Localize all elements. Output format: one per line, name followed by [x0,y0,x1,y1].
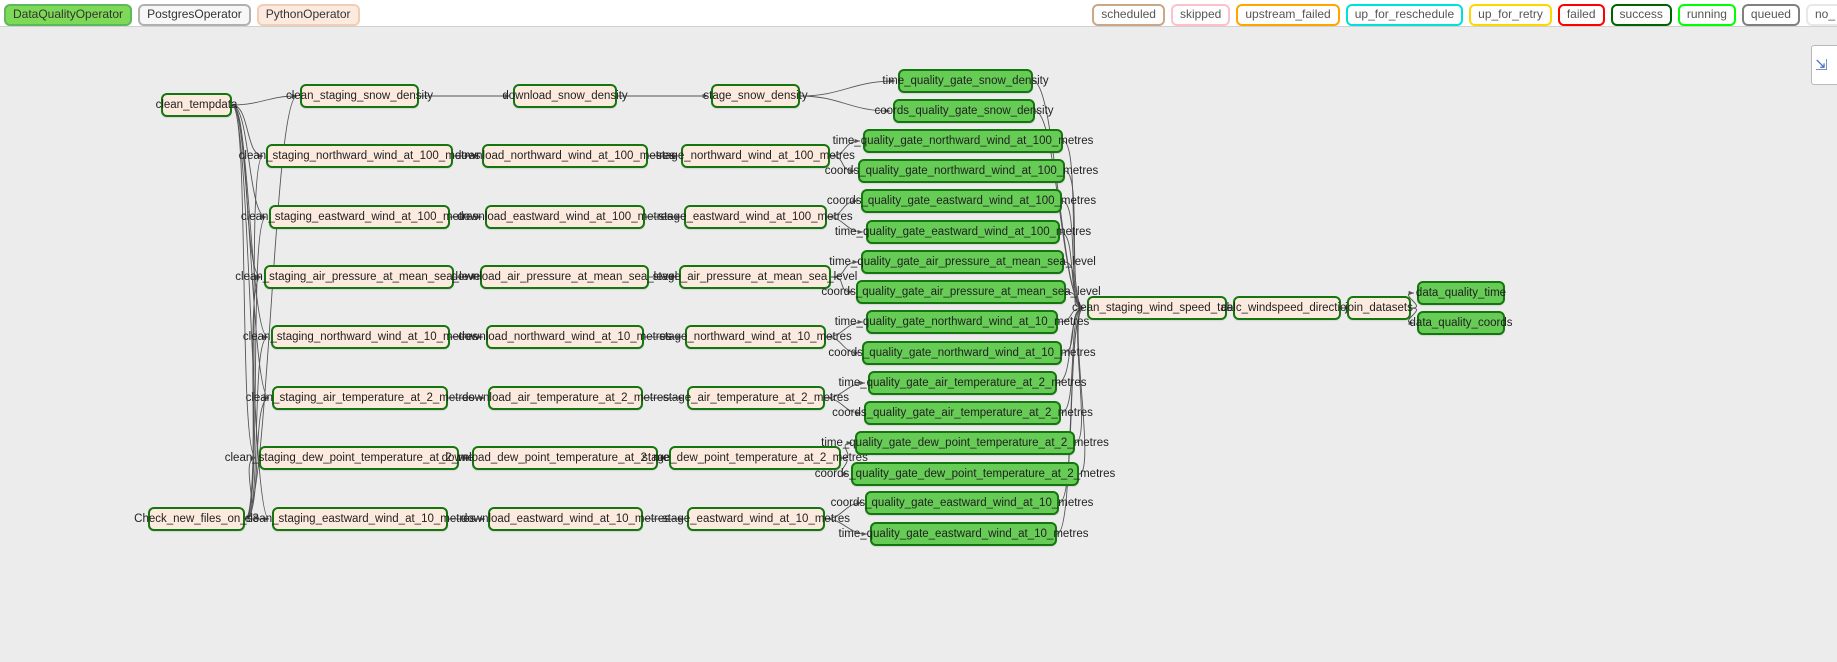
task-node-clean_staging_eastward_wind_at_100_metres[interactable]: clean_staging_eastward_wind_at_100_metre… [241,205,478,229]
legend-state-no[interactable]: no_ [1805,4,1837,26]
legend-state-up-for-retry[interactable]: up_for_retry [1469,4,1552,26]
legend-state-skipped[interactable]: skipped [1170,4,1231,26]
task-node-coords_quality_gate_dew_point_temperature_at_2_metres[interactable]: coords_quality_gate_dew_point_temperatur… [815,462,1115,486]
task-node-download_northward_wind_at_10_metres[interactable]: download_northward_wind_at_10_metres [458,325,672,349]
task-node-time_quality_gate_dew_point_temperature_at_2_metres[interactable]: time_quality_gate_dew_point_temperature_… [821,431,1109,455]
task-state-legend: scheduled skipped upstream_failed up_for_re… [1092,4,1837,26]
task-node-download_eastward_wind_at_10_metres[interactable]: download_eastward_wind_at_10_metres [461,507,670,531]
edge-Check_new_files_on_s3--clean_staging_northward_wind_at_10_metres [244,334,269,520]
task-node-coords_quality_gate_air_pressure_at_mean_sea_level[interactable]: coords_quality_gate_air_pressure_at_mean… [821,280,1101,304]
task-node-time_quality_gate_northward_wind_at_10_metres[interactable]: time_quality_gate_northward_wind_at_10_m… [835,310,1089,334]
legend-state-up-for-reschedule[interactable]: up_for_reschedule [1345,4,1464,26]
legend-bar: DataQualityOperator PostgresOperator Pytho… [0,0,1837,27]
task-node-coords_quality_gate_air_temperature_at_2_metres[interactable]: coords_quality_gate_air_temperature_at_2… [832,401,1093,425]
task-node-stage_eastward_wind_at_100_metres[interactable]: stage_eastward_wind_at_100_metres [658,205,853,229]
task-node-stage_northward_wind_at_100_metres[interactable]: stage_northward_wind_at_100_metres [656,144,855,168]
task-node-data_quality_time[interactable]: data_quality_time [1416,281,1506,305]
legend-state-queued[interactable]: queued [1741,4,1800,26]
task-node-clean_staging_air_pressure_at_mean_sea_level[interactable]: clean_staging_air_pressure_at_mean_sea_l… [235,265,483,289]
legend-operator-postgresoperator[interactable]: PostgresOperator [138,4,251,26]
task-node-download_air_temperature_at_2_metres[interactable]: download_air_temperature_at_2_metres [462,386,669,410]
task-node-Check_new_files_on_s3[interactable]: Check_new_files_on_s3 [134,507,259,531]
task-node-join_datasets[interactable]: join_datasets [1345,296,1413,320]
task-node-coords_quality_gate_snow_density[interactable]: coords_quality_gate_snow_density [875,99,1054,123]
task-node-download_snow_density[interactable]: download_snow_density [502,84,628,108]
task-node-coords_quality_gate_eastward_wind_at_100_metres[interactable]: coords_quality_gate_eastward_wind_at_100… [827,189,1096,213]
zoom-fit-icon[interactable]: ⇲ [1815,58,1828,73]
task-node-clean_tempdata[interactable]: clean_tempdata [156,93,237,117]
task-node-coords_quality_gate_eastward_wind_at_10_metres[interactable]: coords_quality_gate_eastward_wind_at_10_… [831,491,1093,515]
task-node-download_northward_wind_at_100_metres[interactable]: download_northward_wind_at_100_metres [455,144,675,168]
task-node-time_quality_gate_air_pressure_at_mean_sea_level[interactable]: time_quality_gate_air_pressure_at_mean_s… [829,250,1096,274]
task-node-time_quality_gate_eastward_wind_at_10_metres[interactable]: time_quality_gate_eastward_wind_at_10_me… [839,522,1088,546]
task-node-time_quality_gate_snow_density[interactable]: time_quality_gate_snow_density [882,69,1049,93]
task-node-time_quality_gate_northward_wind_at_100_metres[interactable]: time_quality_gate_northward_wind_at_100_… [833,129,1093,153]
legend-state-running[interactable]: running [1677,4,1736,26]
task-node-stage_eastward_wind_at_10_metres[interactable]: stage_eastward_wind_at_10_metres [662,507,850,531]
edge-stage_snow_density--time_quality_gate_snow_density [799,78,896,97]
legend-operator-pythonoperator[interactable]: PythonOperator [256,4,360,26]
zoom-control-box[interactable]: ⇲ [1811,45,1837,85]
task-node-download_air_pressure_at_mean_sea_level[interactable]: download_air_pressure_at_mean_sea_level [452,265,677,289]
task-node-stage_snow_density[interactable]: stage_snow_density [703,84,808,108]
task-node-clean_staging_eastward_wind_at_10_metres[interactable]: clean_staging_eastward_wind_at_10_metres [245,507,475,531]
task-node-stage_air_temperature_at_2_metres[interactable]: stage_air_temperature_at_2_metres [663,386,849,410]
task-node-clean_staging_northward_wind_at_10_metres[interactable]: clean_staging_northward_wind_at_10_metre… [243,325,478,349]
task-node-stage_northward_wind_at_10_metres[interactable]: stage_northward_wind_at_10_metres [659,325,852,349]
task-node-download_eastward_wind_at_100_metres[interactable]: download_eastward_wind_at_100_metres [457,205,673,229]
task-node-clean_staging_snow_density[interactable]: clean_staging_snow_density [286,84,433,108]
task-node-time_quality_gate_eastward_wind_at_100_metres[interactable]: time_quality_gate_eastward_wind_at_100_m… [835,220,1091,244]
legend-state-success[interactable]: success [1610,4,1672,26]
task-node-time_quality_gate_air_temperature_at_2_metres[interactable]: time_quality_gate_air_temperature_at_2_m… [838,371,1087,395]
task-node-calc_windspeed_direction[interactable]: calc_windspeed_direction [1221,296,1353,320]
task-node-clean_staging_northward_wind_at_100_metres[interactable]: clean_staging_northward_wind_at_100_metr… [239,144,480,168]
dag-graph-canvas[interactable]: clean_tempdata Check_new_files_on_s3 clean… [0,27,1837,662]
task-node-coords_quality_gate_northward_wind_at_100_metres[interactable]: coords_quality_gate_northward_wind_at_10… [825,159,1098,183]
task-node-clean_staging_wind_speed_table[interactable]: clean_staging_wind_speed_table [1072,296,1242,320]
legend-state-failed[interactable]: failed [1557,4,1605,26]
task-node-coords_quality_gate_northward_wind_at_10_metres[interactable]: coords_quality_gate_northward_wind_at_10… [828,341,1096,365]
legend-state-upstream-failed[interactable]: upstream_failed [1236,4,1340,26]
task-node-clean_staging_dew_point_temperature_at_2_metres[interactable]: clean_staging_dew_point_temperature_at_2… [225,446,493,470]
operator-legend: DataQualityOperator PostgresOperator Pytho… [4,4,360,26]
legend-state-scheduled[interactable]: scheduled [1092,4,1165,26]
task-node-clean_staging_air_temperature_at_2_metres[interactable]: clean_staging_air_temperature_at_2_metre… [246,386,474,410]
task-node-download_dew_point_temperature_at_2_metres[interactable]: download_dew_point_temperature_at_2_metr… [442,446,688,470]
task-node-data_quality_coords[interactable]: data_quality_coords [1410,311,1512,335]
task-node-stage_dew_point_temperature_at_2_metres[interactable]: stage_dew_point_temperature_at_2_metres [642,446,868,470]
legend-operator-dataqualityoperator[interactable]: DataQualityOperator [4,4,133,26]
task-node-stage_air_pressure_at_mean_sea_level[interactable]: stage_air_pressure_at_mean_sea_level [653,265,857,289]
